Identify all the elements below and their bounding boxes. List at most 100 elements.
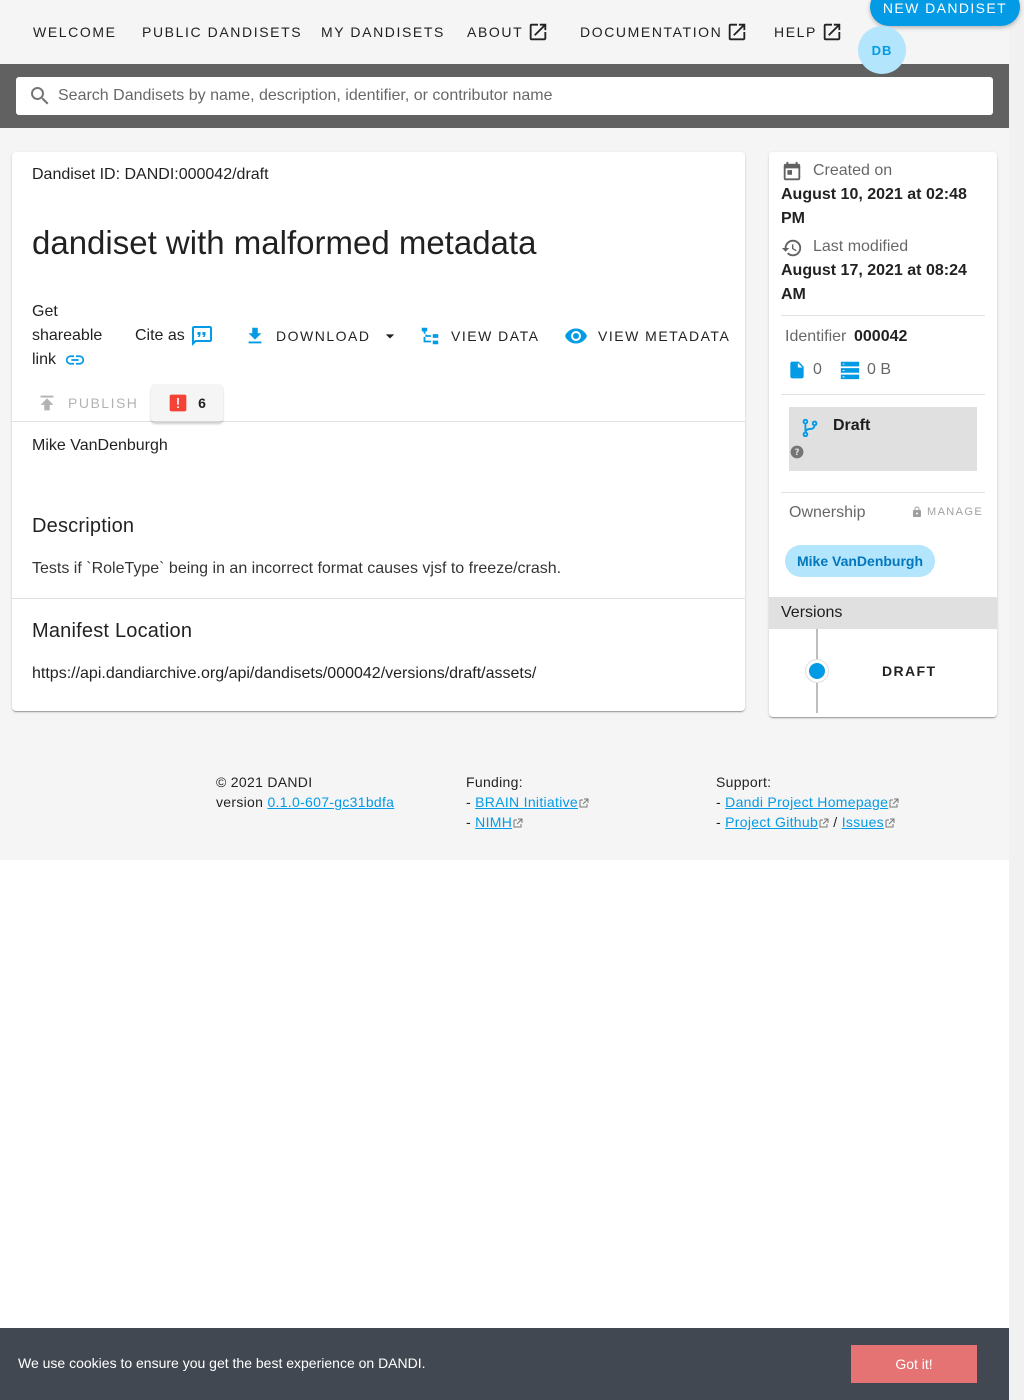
- help-circle-icon[interactable]: ?: [790, 445, 804, 459]
- validation-errors-button[interactable]: 6: [151, 384, 223, 422]
- storage-size: 0 B: [839, 359, 891, 381]
- open-in-new-icon: [529, 23, 547, 41]
- divider: [12, 421, 745, 422]
- nav-help[interactable]: HELP: [774, 20, 843, 44]
- footer-support-column: Support: - Dandi Project Homepage - Proj…: [716, 772, 899, 832]
- support-label: Support:: [716, 774, 772, 790]
- nimh-link[interactable]: NIMH: [475, 814, 512, 830]
- nav-help-label: HELP: [774, 24, 817, 40]
- nav-documentation[interactable]: DOCUMENTATION: [580, 20, 748, 44]
- dandiset-main-card: Dandiset ID: DANDI:000042/draft dandiset…: [12, 152, 745, 711]
- divider: [781, 394, 985, 395]
- description-heading: Description: [32, 515, 135, 537]
- open-in-new-icon: [823, 23, 841, 41]
- view-metadata-button[interactable]: VIEW METADATA: [564, 324, 730, 348]
- publish-button[interactable]: PUBLISH: [32, 384, 142, 422]
- storage-size-value: 0 B: [867, 361, 892, 378]
- publish-label: PUBLISH: [68, 395, 139, 411]
- user-avatar[interactable]: DB: [858, 26, 906, 74]
- database-icon: [840, 361, 860, 380]
- search-input[interactable]: [58, 87, 993, 105]
- file-icon: [790, 361, 804, 379]
- created-label: Created on: [813, 162, 893, 179]
- calendar-icon: [783, 161, 801, 181]
- issues-link[interactable]: Issues: [842, 814, 884, 830]
- view-metadata-label: VIEW METADATA: [598, 328, 731, 344]
- funding-label: Funding:: [466, 774, 523, 790]
- shareable-link-button[interactable]: Get shareable link: [32, 300, 112, 372]
- draft-status-label: Draft: [833, 417, 871, 434]
- external-link-icon: [889, 798, 899, 808]
- scrollbar[interactable]: [1009, 0, 1024, 1400]
- cookie-banner: We use cookies to ensure you get the bes…: [0, 1328, 1009, 1400]
- file-count: 0: [787, 359, 822, 381]
- lock-icon: [913, 506, 921, 517]
- version-status-box: Draft ?: [789, 407, 977, 471]
- divider: [781, 315, 985, 316]
- created-date: August 10, 2021 at 02:48 PM: [781, 186, 967, 227]
- publish-icon: [40, 395, 54, 411]
- view-data-label: VIEW DATA: [451, 328, 540, 344]
- manage-label: MANAGE: [927, 506, 984, 518]
- dandiset-side-card: Created on August 10, 2021 at 02:48 PM L…: [769, 152, 997, 717]
- version-draft-button[interactable]: DRAFT: [882, 663, 936, 679]
- eye-icon: [565, 328, 587, 344]
- version-link[interactable]: 0.1.0-607-gc31bdfa: [267, 794, 394, 810]
- nav-welcome[interactable]: WELCOME: [33, 20, 117, 44]
- manifest-heading: Manifest Location: [32, 620, 193, 642]
- project-github-link[interactable]: Project Github: [725, 814, 818, 830]
- description-text: Tests if `RoleType` being in an incorrec…: [32, 560, 562, 577]
- cite-as-label: Cite as: [135, 327, 185, 344]
- identifier-label: Identifier: [785, 328, 847, 345]
- external-link-icon: [579, 798, 589, 808]
- new-dandiset-button[interactable]: NEW DANDISET: [870, 0, 1020, 26]
- error-count: 6: [198, 395, 206, 411]
- brain-initiative-link[interactable]: BRAIN Initiative: [475, 794, 578, 810]
- download-icon: [248, 327, 262, 344]
- versions-heading: Versions: [769, 597, 997, 629]
- external-link-icon: [885, 818, 895, 828]
- project-homepage-link[interactable]: Dandi Project Homepage: [725, 794, 888, 810]
- dropdown-arrow-icon: [386, 334, 395, 339]
- dandiset-title: dandiset with malformed metadata: [32, 224, 537, 261]
- file-count-value: 0: [813, 361, 822, 378]
- nav-about-label: ABOUT: [467, 24, 524, 40]
- external-link-icon: [513, 818, 523, 828]
- copyright: © 2021 DANDI: [216, 774, 313, 790]
- divider: [12, 598, 745, 599]
- cookie-accept-button[interactable]: Got it!: [851, 1345, 977, 1383]
- cite-as-button[interactable]: Cite as: [135, 324, 214, 348]
- support-separator: /: [833, 814, 838, 830]
- search-box: [16, 77, 993, 115]
- contributors: Mike VanDenburgh: [32, 437, 168, 454]
- download-button[interactable]: DOWNLOAD: [244, 324, 400, 348]
- alert-icon: [169, 394, 187, 412]
- download-label: DOWNLOAD: [276, 328, 371, 344]
- source-branch-icon: [802, 418, 818, 438]
- version-dot: [806, 660, 828, 682]
- link-icon: [66, 355, 85, 365]
- ownership-label: Ownership: [789, 504, 866, 521]
- version-prefix: version: [216, 794, 264, 810]
- external-link-icon: [819, 818, 829, 828]
- search-band: [0, 64, 1009, 128]
- manifest-url: https://api.dandiarchive.org/api/dandise…: [32, 665, 537, 682]
- search-icon: [31, 87, 49, 105]
- view-data-button[interactable]: VIEW DATA: [419, 324, 539, 348]
- modified-date: August 17, 2021 at 08:24 AM: [781, 262, 967, 303]
- nav-my-dandisets[interactable]: MY DANDISETS: [321, 20, 445, 44]
- footer-version-column: © 2021 DANDI version 0.1.0-607-gc31bdfa: [216, 772, 394, 812]
- manage-owners-button[interactable]: MANAGE: [911, 506, 983, 518]
- nav-about[interactable]: ABOUT: [467, 20, 549, 44]
- format-quote-icon: [191, 326, 212, 346]
- dandiset-id: Dandiset ID: DANDI:000042/draft: [32, 166, 269, 183]
- owner-chip: Mike VanDenburgh: [785, 545, 936, 577]
- nav-documentation-label: DOCUMENTATION: [580, 24, 723, 40]
- open-in-new-icon: [729, 23, 746, 41]
- app-bar: WELCOME PUBLIC DANDISETS MY DANDISETS AB…: [0, 0, 1020, 74]
- cookie-message: We use cookies to ensure you get the bes…: [18, 1355, 426, 1371]
- file-tree-icon: [421, 327, 439, 345]
- divider: [781, 492, 985, 493]
- footer: © 2021 DANDI version 0.1.0-607-gc31bdfa …: [0, 760, 1009, 860]
- nav-public-dandisets[interactable]: PUBLIC DANDISETS: [142, 20, 302, 44]
